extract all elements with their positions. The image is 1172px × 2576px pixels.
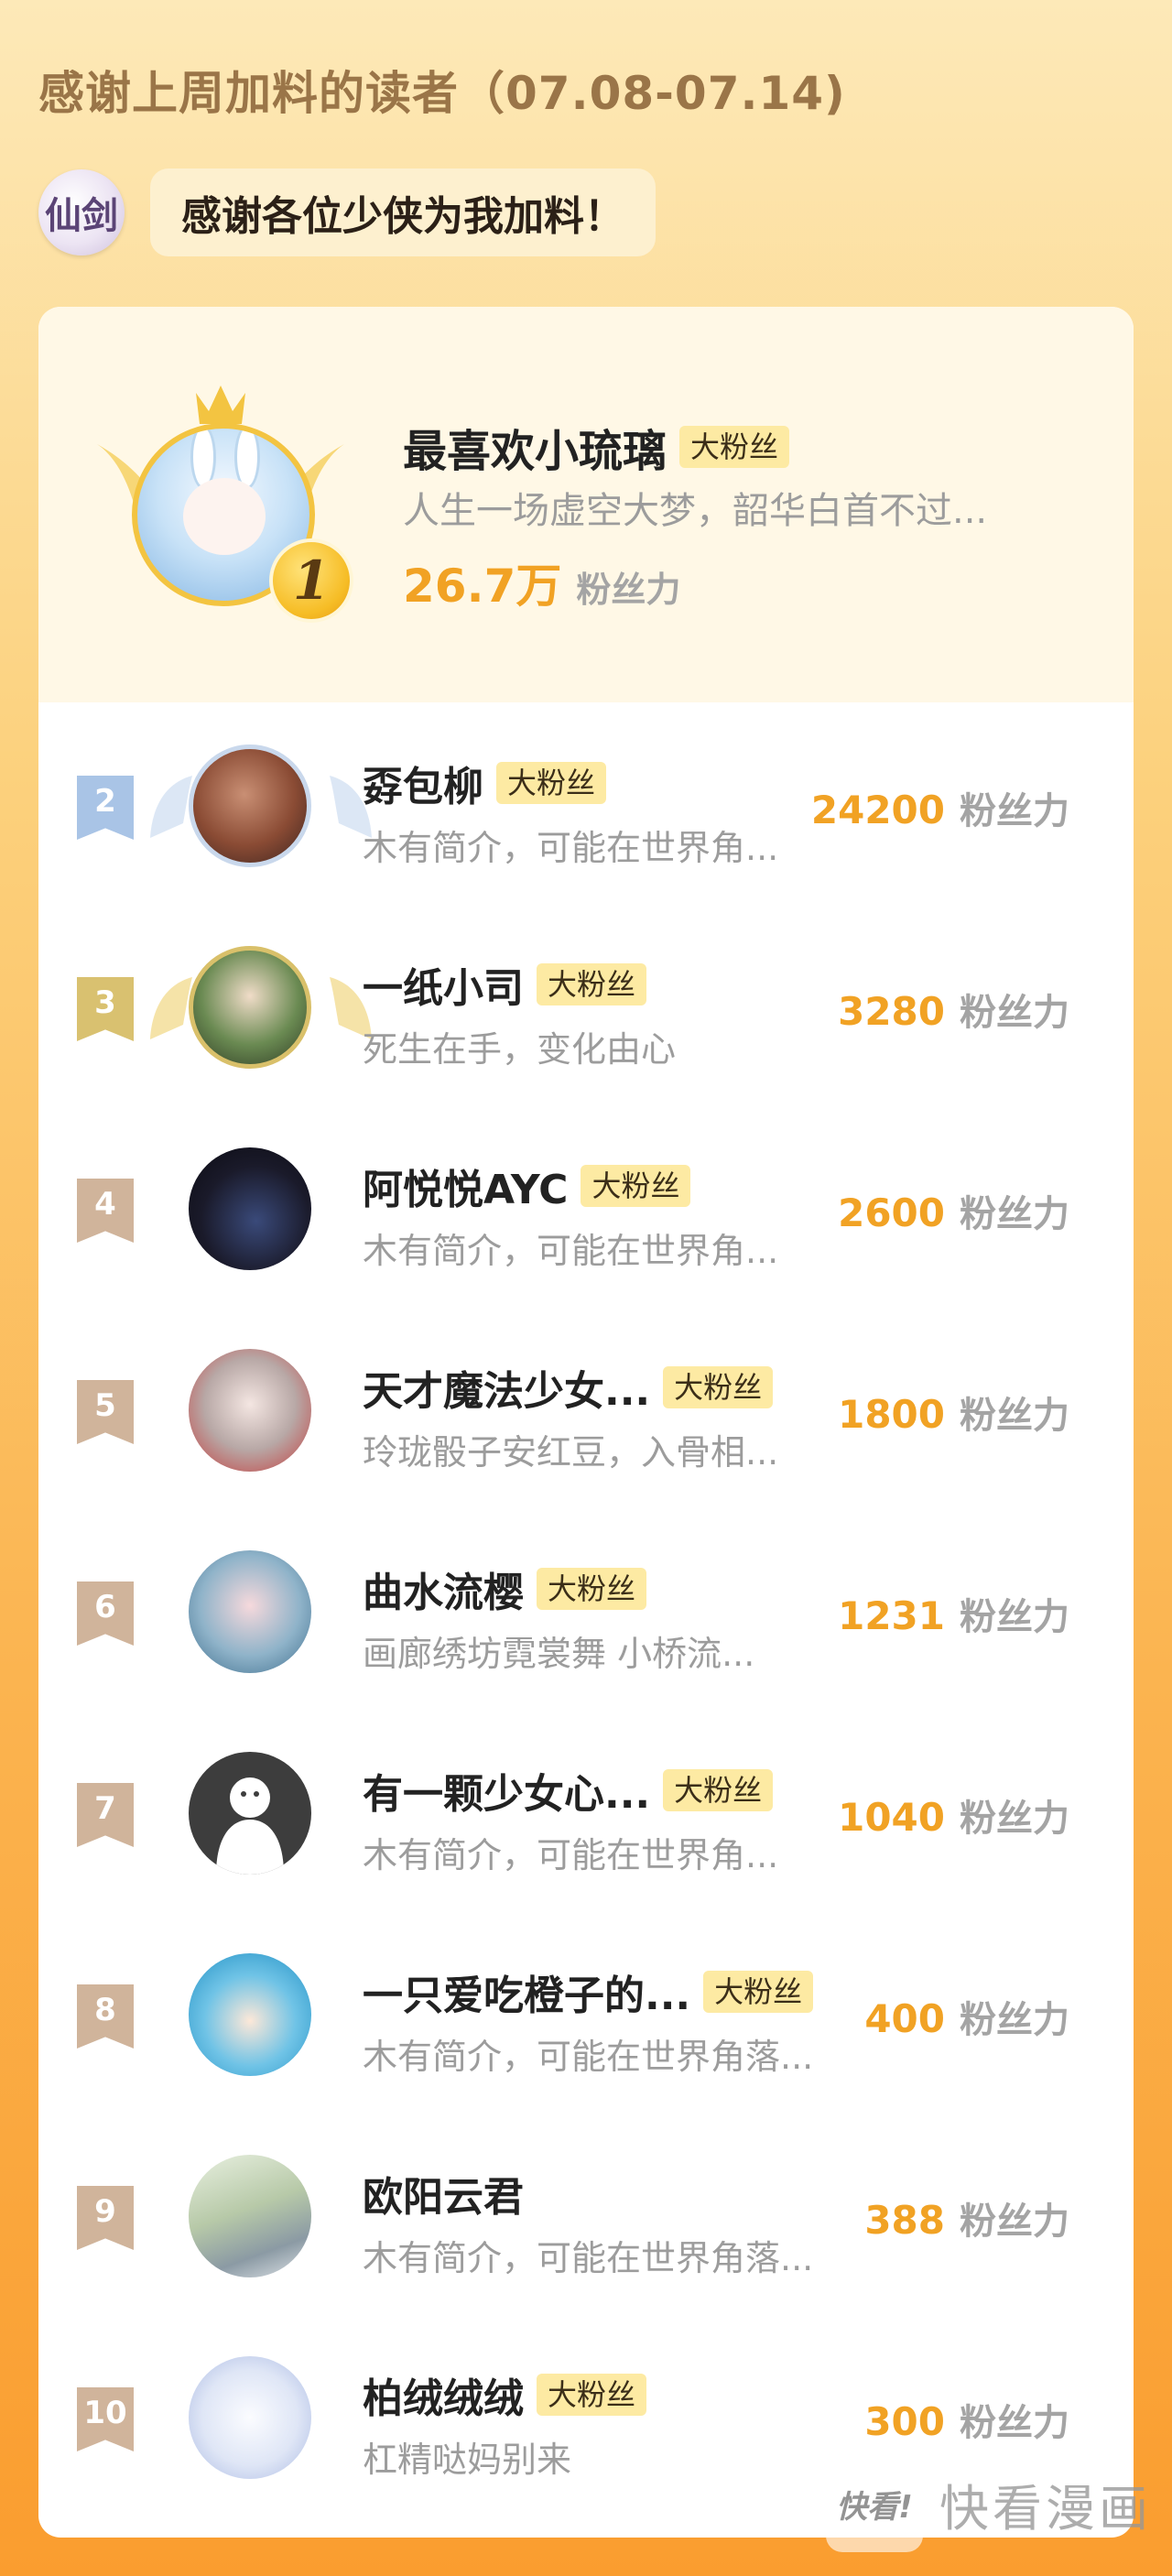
fan-badge: 大粉丝 <box>537 963 647 1005</box>
fan-score: 2600 <box>838 1190 945 1235</box>
score-unit: 粉丝力 <box>960 992 1069 1034</box>
author-message-row: 仙剑 感谢各位少侠为我加料！ <box>38 167 656 258</box>
rank-ribbon: 8 <box>77 1984 134 2049</box>
score-unit: 粉丝力 <box>960 1395 1069 1437</box>
score-unit: 粉丝力 <box>960 790 1069 832</box>
rank-ribbon: 3 <box>77 977 134 1041</box>
wing-icon <box>150 977 192 1039</box>
score-unit: 粉丝力 <box>960 2402 1069 2444</box>
ranking-card: 1 最喜欢小琉璃 大粉丝 人生一场虚空大梦，韶华白首不过... 26.7万 粉丝… <box>38 307 1134 2538</box>
avatar[interactable] <box>189 1752 311 1875</box>
rank-ribbon: 9 <box>77 2186 134 2250</box>
fan-badge: 大粉丝 <box>663 1769 774 1811</box>
user-bio: 木有简介，可能在世界角落... <box>363 2037 814 2077</box>
user-name[interactable]: 有一颗少女心... <box>363 1761 650 1820</box>
fan-badge: 大粉丝 <box>703 1971 814 2013</box>
list-item[interactable]: 6 曲水流樱 大粉丝 画廊绣坊霓裳舞 小桥流... 1231 粉丝力 <box>38 1508 1134 1710</box>
avatar[interactable] <box>189 1147 311 1270</box>
fan-score: 1800 <box>838 1392 945 1437</box>
rank-ribbon: 10 <box>77 2387 134 2451</box>
list-item[interactable]: 8 一只爱吃橙子的... 大粉丝 木有简介，可能在世界角落... 400 粉丝力 <box>38 1911 1134 2113</box>
score-unit: 粉丝力 <box>960 1596 1069 1638</box>
top1-bio: 人生一场虚空大梦，韶华白首不过... <box>403 490 988 532</box>
fan-score: 24200 <box>810 788 945 832</box>
rank-ribbon: 7 <box>77 1783 134 1847</box>
user-name[interactable]: 柏绒绒绒 <box>363 2365 524 2424</box>
fan-score: 1231 <box>838 1593 945 1638</box>
watermark-text: 快看漫画 <box>939 2479 1152 2538</box>
user-bio: 木有简介，可能在世界角... <box>363 828 779 868</box>
score-unit: 粉丝力 <box>960 1193 1069 1235</box>
list-item[interactable]: 7 有一颗少女心... 大粉丝 木有简介，可能在世界角... 1040 粉丝力 <box>38 1710 1134 1911</box>
user-name[interactable]: 欧阳云君 <box>363 2164 524 2223</box>
fan-score: 300 <box>864 2399 945 2444</box>
top1-panel[interactable]: 1 最喜欢小琉璃 大粉丝 人生一场虚空大梦，韶华白首不过... 26.7万 粉丝… <box>38 307 1134 702</box>
score-unit: 粉丝力 <box>576 570 681 610</box>
fan-score: 400 <box>864 1996 945 2041</box>
user-bio: 木有简介，可能在世界角... <box>363 1835 779 1875</box>
avatar[interactable] <box>189 2155 311 2277</box>
rank-ribbon: 2 <box>77 776 134 840</box>
author-avatar[interactable]: 仙剑 <box>38 169 125 255</box>
list-item[interactable]: 2 孬包柳 大粉丝 木有简介，可能在世界角... 24200 粉丝力 <box>38 702 1134 904</box>
user-bio: 木有简介，可能在世界角落... <box>363 2238 814 2278</box>
avatar[interactable] <box>189 2356 311 2479</box>
author-message-bubble: 感谢各位少侠为我加料！ <box>150 168 656 256</box>
avatar[interactable] <box>189 1953 311 2076</box>
avatar[interactable] <box>189 745 311 867</box>
fan-score: 3280 <box>838 989 945 1034</box>
list-item[interactable]: 4 阿悦悦AYC 大粉丝 木有简介，可能在世界角... 2600 粉丝力 <box>38 1105 1134 1307</box>
fan-badge: 大粉丝 <box>537 1568 647 1610</box>
score-unit: 粉丝力 <box>960 2201 1069 2243</box>
rank-1-badge: 1 <box>269 538 353 623</box>
user-name[interactable]: 曲水流樱 <box>363 1560 524 1618</box>
list-item[interactable]: 3 一纸小司 大粉丝 死生在手，变化由心 3280 粉丝力 <box>38 904 1134 1105</box>
user-bio: 死生在手，变化由心 <box>363 1029 677 1070</box>
fan-score: 1040 <box>838 1795 945 1840</box>
rank-ribbon: 6 <box>77 1581 134 1646</box>
user-bio: 画廊绣坊霓裳舞 小桥流... <box>363 1634 755 1674</box>
fan-badge: 大粉丝 <box>663 1366 774 1408</box>
kuaikan-logo: 快看! <box>826 2455 923 2552</box>
page-title: 感谢上周加料的读者（07.08-07.14) <box>38 67 846 120</box>
fan-badge: 大粉丝 <box>581 1165 691 1207</box>
default-avatar-icon <box>216 1777 284 1875</box>
fan-badge: 大粉丝 <box>496 762 607 804</box>
avatar[interactable] <box>189 1349 311 1472</box>
score-unit: 粉丝力 <box>960 1798 1069 1840</box>
fan-score: 388 <box>864 2198 945 2243</box>
score-unit: 粉丝力 <box>960 1999 1069 2041</box>
watermark: 快看! 快看漫画 <box>826 2454 1152 2553</box>
user-name[interactable]: 孬包柳 <box>363 754 483 812</box>
user-name[interactable]: 阿悦悦AYC <box>363 1157 568 1215</box>
list-item[interactable]: 5 天才魔法少女... 大粉丝 玲珑骰子安红豆，入骨相... 1800 粉丝力 <box>38 1307 1134 1508</box>
user-bio: 杠精哒妈别来 <box>363 2440 572 2480</box>
user-name[interactable]: 一只爱吃橙子的... <box>363 1962 690 2021</box>
user-name[interactable]: 一纸小司 <box>363 955 524 1014</box>
avatar[interactable] <box>189 946 311 1069</box>
rank-ribbon: 5 <box>77 1380 134 1444</box>
top1-score: 26.7万 <box>403 560 562 613</box>
fan-badge: 大粉丝 <box>679 426 790 468</box>
top1-name[interactable]: 最喜欢小琉璃 <box>403 415 667 479</box>
list-item[interactable]: 9 欧阳云君 木有简介，可能在世界角落... 388 粉丝力 <box>38 2113 1134 2314</box>
wing-icon <box>150 776 192 838</box>
user-bio: 玲珑骰子安红豆，入骨相... <box>363 1432 779 1473</box>
user-name[interactable]: 天才魔法少女... <box>363 1358 650 1417</box>
user-bio: 木有简介，可能在世界角... <box>363 1231 779 1271</box>
rank-ribbon: 4 <box>77 1179 134 1243</box>
fan-badge: 大粉丝 <box>537 2374 647 2416</box>
avatar[interactable] <box>189 1550 311 1673</box>
